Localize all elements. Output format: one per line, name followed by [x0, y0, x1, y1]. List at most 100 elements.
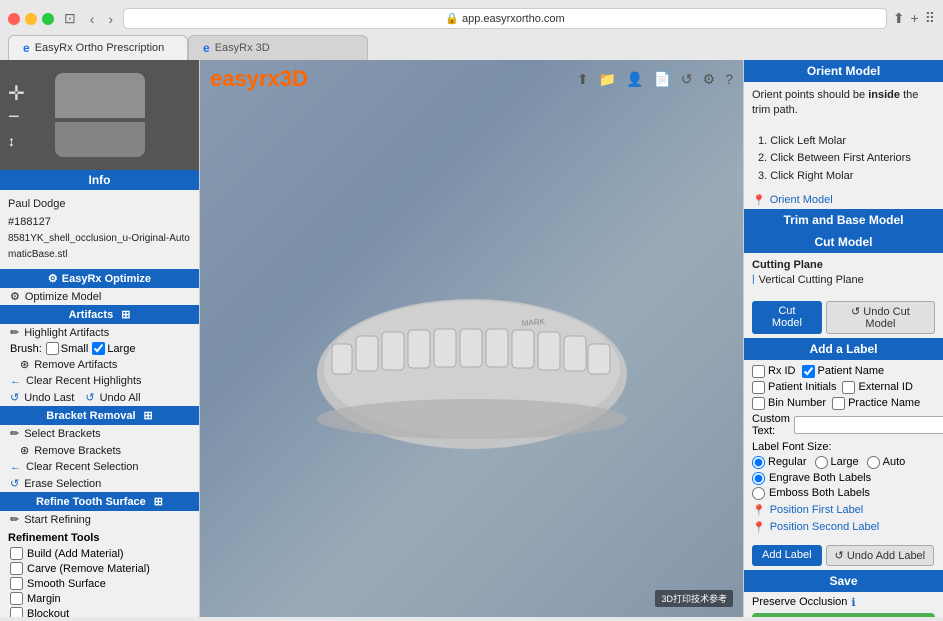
undo-all-label[interactable]: Undo All: [100, 392, 141, 404]
erase-selection-item[interactable]: ↺ Erase Selection: [0, 475, 199, 492]
back-button[interactable]: ‹: [86, 9, 99, 29]
external-id-checkbox[interactable]: [842, 381, 855, 394]
remove-br-icon: ⊛: [20, 444, 29, 457]
info-section-header[interactable]: Info: [0, 170, 199, 190]
sidebar-toggle[interactable]: ⊡: [60, 8, 80, 29]
refresh-icon[interactable]: ↺: [681, 71, 693, 88]
share-icon[interactable]: ⬆: [893, 10, 905, 27]
patient-file: 8581YK_shell_occlusion_u-Original-Automa…: [8, 231, 191, 263]
add-label-header[interactable]: Add a Label: [744, 338, 943, 360]
user-icon[interactable]: 👤: [626, 71, 643, 88]
cut-model-button[interactable]: Cut Model: [752, 301, 822, 334]
smooth-checkbox[interactable]: [10, 577, 23, 590]
undo-cut-label: Undo Cut Model: [863, 306, 909, 330]
font-size-label: Label Font Size:: [752, 441, 935, 453]
patient-name-label-check[interactable]: Patient Name: [802, 365, 885, 378]
close-button[interactable]: [8, 13, 20, 25]
forward-button[interactable]: ›: [104, 9, 117, 29]
tab-label-1: EasyRx Ortho Prescription: [35, 42, 165, 54]
practice-name-checkbox[interactable]: [832, 397, 845, 410]
preserve-label: Preserve Occlusion: [752, 596, 847, 608]
patient-name-checkbox[interactable]: [802, 365, 815, 378]
artifacts-header-label: Artifacts: [69, 309, 114, 321]
brush-large-checkbox[interactable]: [92, 342, 105, 355]
rx-id-label[interactable]: Rx ID: [752, 365, 796, 378]
orient-model-header[interactable]: Orient Model: [744, 60, 943, 82]
viewport-icons: ⬆ 📁 👤 📄 ↺ ⚙ ?: [577, 71, 733, 88]
settings-icon[interactable]: ⚙: [703, 71, 716, 88]
help-icon[interactable]: ?: [725, 71, 733, 88]
maximize-button[interactable]: [42, 13, 54, 25]
start-refining-item[interactable]: ✏ Start Refining: [0, 511, 199, 528]
cutting-plane-label: Cutting Plane: [752, 259, 935, 271]
start-icon: ✏: [10, 513, 19, 526]
tab-easyrx-3d[interactable]: e EasyRx 3D: [188, 35, 368, 60]
position-first-link[interactable]: 📍 Position First Label: [752, 502, 935, 519]
add-label-button[interactable]: Add Label: [752, 545, 822, 566]
clear-recent-item[interactable]: ← Clear Recent Highlights: [0, 373, 199, 389]
bracket-header[interactable]: Bracket Removal ⊞: [0, 406, 199, 425]
logo: easyrx3D: [210, 66, 308, 92]
brush-large-label[interactable]: Large: [92, 342, 135, 355]
cut-model-header[interactable]: Cut Model: [744, 231, 943, 253]
regular-option[interactable]: Regular: [752, 456, 807, 469]
undo-add-label-button[interactable]: ↺ Undo Add Label: [826, 545, 935, 566]
bin-number-label[interactable]: Bin Number: [752, 397, 826, 410]
traffic-lights: [8, 13, 54, 25]
margin-checkbox[interactable]: [10, 592, 23, 605]
optimize-model-item[interactable]: ⚙ Optimize Model: [0, 288, 199, 305]
refinement-tools-label: Refinement Tools: [0, 528, 199, 546]
folder-icon[interactable]: 📁: [599, 71, 616, 88]
position-second-link[interactable]: 📍 Position Second Label: [752, 519, 935, 536]
highlight-artifacts-item[interactable]: ✏ Highlight Artifacts: [0, 324, 199, 341]
undo-last-label[interactable]: Undo Last: [24, 392, 74, 404]
bin-checkbox[interactable]: [752, 397, 765, 410]
auto-radio[interactable]: [867, 456, 880, 469]
regular-radio[interactable]: [752, 456, 765, 469]
save-header-label: Save: [829, 574, 857, 588]
custom-text-input[interactable]: [794, 416, 943, 434]
position-first-label: Position First Label: [770, 504, 864, 516]
orient-model-link[interactable]: 📍 Orient Model: [744, 192, 943, 209]
address-bar[interactable]: 🔒 app.easyrxortho.com: [123, 8, 887, 29]
remove-artifacts-item[interactable]: ⊛ Remove Artifacts: [0, 356, 199, 373]
practice-name-label[interactable]: Practice Name: [832, 397, 920, 410]
margin-row: Margin: [0, 591, 199, 606]
brush-small-checkbox[interactable]: [46, 342, 59, 355]
carve-checkbox[interactable]: [10, 562, 23, 575]
artifacts-header[interactable]: Artifacts ⊞: [0, 305, 199, 324]
viewport[interactable]: easyrx3D ⬆ 📁 👤 📄 ↺ ⚙ ?: [200, 60, 743, 617]
build-checkbox[interactable]: [10, 547, 23, 560]
clear-selection-item[interactable]: ← Clear Recent Selection: [0, 459, 199, 475]
trim-base-header[interactable]: Trim and Base Model: [744, 209, 943, 231]
initials-checkbox[interactable]: [752, 381, 765, 394]
remove-artifacts-icon: ⊛: [20, 358, 29, 371]
select-brackets-item[interactable]: ✏ Select Brackets: [0, 425, 199, 442]
minimize-button[interactable]: [25, 13, 37, 25]
tab-icon-1: e: [23, 41, 30, 55]
patient-initials-label[interactable]: Patient Initials: [752, 381, 836, 394]
undo-cut-button[interactable]: ↺ Undo Cut Model: [826, 301, 935, 334]
step-1: 1. Click Left Molar: [758, 133, 935, 151]
add-tab-icon[interactable]: +: [911, 10, 919, 27]
grid-icon[interactable]: ⠿: [925, 10, 935, 27]
large-radio[interactable]: [815, 456, 828, 469]
rx-id-checkbox[interactable]: [752, 365, 765, 378]
save-model-button[interactable]: Save Model: [752, 613, 935, 617]
external-id-label[interactable]: External ID: [842, 381, 912, 394]
engrave-radio[interactable]: [752, 472, 765, 485]
tab-easyrx-prescription[interactable]: e EasyRx Ortho Prescription: [8, 35, 188, 60]
undo-icon: ↺: [10, 391, 19, 404]
optimize-header[interactable]: ⚙ EasyRx Optimize: [0, 269, 199, 288]
file-icon[interactable]: 📄: [653, 71, 670, 88]
blockout-label: Blockout: [27, 608, 69, 617]
refine-header[interactable]: Refine Tooth Surface ⊞: [0, 492, 199, 511]
large-option[interactable]: Large: [815, 456, 859, 469]
emboss-radio[interactable]: [752, 487, 765, 500]
upload-icon[interactable]: ⬆: [577, 71, 589, 88]
blockout-checkbox[interactable]: [10, 607, 23, 617]
brush-small-label[interactable]: Small: [46, 342, 89, 355]
auto-option[interactable]: Auto: [867, 456, 906, 469]
save-header[interactable]: Save: [744, 570, 943, 592]
remove-brackets-item[interactable]: ⊛ Remove Brackets: [0, 442, 199, 459]
